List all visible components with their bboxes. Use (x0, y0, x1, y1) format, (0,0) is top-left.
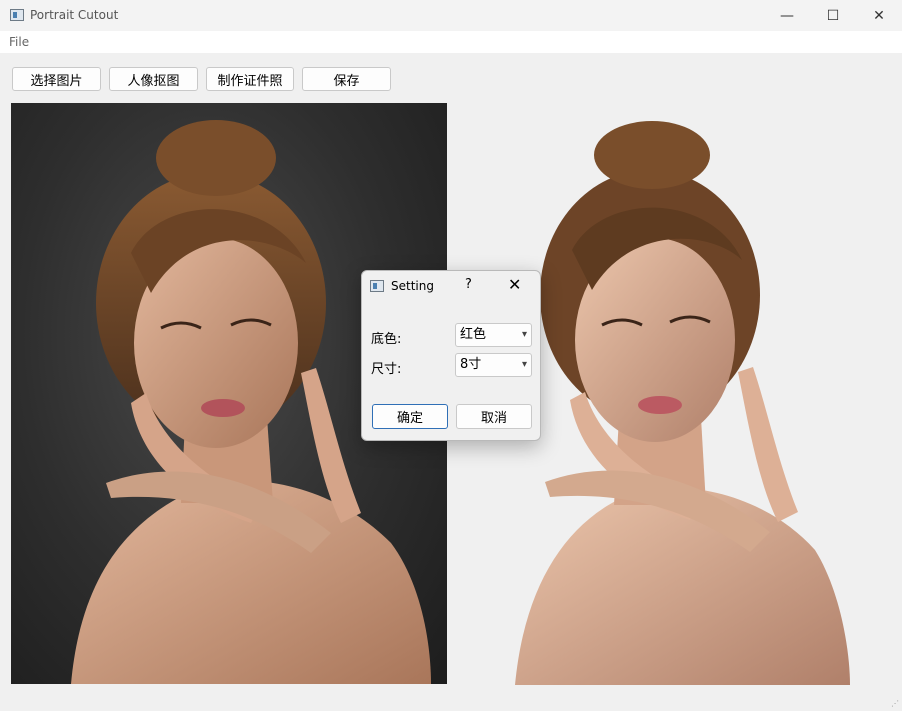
size-label: 尺寸: (371, 362, 402, 377)
maximize-button[interactable]: ☐ (810, 0, 856, 31)
cutout-image (510, 120, 855, 685)
window-title: Portrait Cutout (30, 8, 119, 22)
chevron-down-icon: ▾ (521, 329, 527, 340)
dialog-title: Setting (391, 279, 434, 293)
app-icon (10, 9, 24, 21)
bg-color-label: 底色: (371, 332, 402, 347)
menu-file[interactable]: File (9, 35, 29, 49)
menu-bar: File (0, 31, 902, 53)
close-button[interactable]: ✕ (856, 0, 902, 31)
bg-color-select[interactable]: 红色 ▾ (455, 323, 532, 347)
setting-dialog: Setting ? ✕ 底色: 红色 ▾ 尺寸: 8寸 ▾ 确定 取消 (361, 270, 541, 441)
ok-button[interactable]: 确定 (372, 404, 448, 429)
help-icon[interactable]: ? (465, 277, 472, 292)
size-select[interactable]: 8寸 ▾ (455, 353, 532, 377)
select-image-button[interactable]: 选择图片 (12, 67, 101, 91)
dialog-close-icon[interactable]: ✕ (508, 275, 521, 294)
dialog-app-icon (370, 280, 384, 292)
resize-grip-icon[interactable]: ⋰ (891, 699, 899, 708)
portrait-cutout-illustration (515, 121, 850, 685)
size-value: 8寸 (460, 357, 482, 372)
cancel-button[interactable]: 取消 (456, 404, 532, 429)
bg-color-value: 红色 (460, 327, 487, 342)
chevron-down-icon: ▾ (521, 359, 527, 370)
save-button[interactable]: 保存 (302, 67, 391, 91)
minimize-button[interactable]: — (764, 0, 810, 31)
make-id-photo-button[interactable]: 制作证件照 (206, 67, 294, 91)
portrait-cutout-button[interactable]: 人像抠图 (109, 67, 198, 91)
title-bar: Portrait Cutout — ☐ ✕ (0, 0, 902, 31)
